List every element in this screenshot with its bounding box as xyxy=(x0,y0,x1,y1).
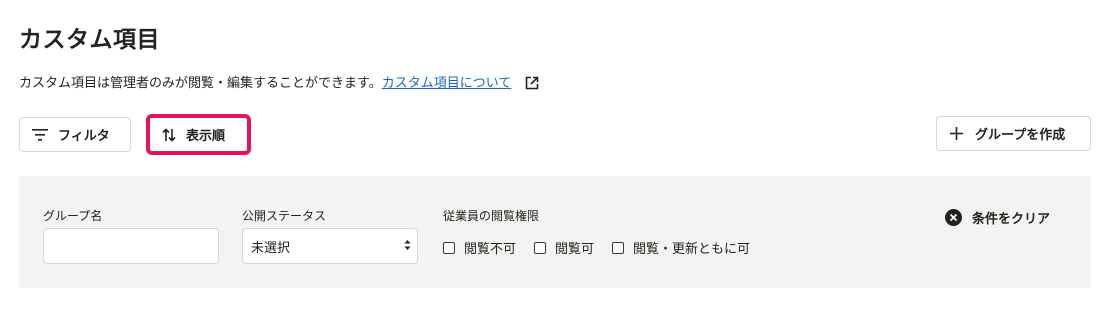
permission-option-label: 閲覧・更新ともに可 xyxy=(633,242,751,257)
checkbox[interactable] xyxy=(612,241,625,254)
page-description: カスタム項目は管理者のみが閲覧・編集することができます。カスタム項目について xyxy=(19,72,539,94)
external-link-icon[interactable] xyxy=(525,76,539,94)
permission-option-label: 閲覧可 xyxy=(555,242,595,257)
sort-icon xyxy=(162,127,176,142)
permission-option-view-edit[interactable]: 閲覧・更新ともに可 xyxy=(612,238,750,257)
create-group-button-label: グループを作成 xyxy=(975,128,1066,143)
status-select[interactable]: 未選択 xyxy=(242,228,418,264)
clear-filters-button[interactable]: 条件をクリア xyxy=(945,208,1050,227)
select-arrows-icon xyxy=(404,238,411,254)
permission-option-view[interactable]: 閲覧可 xyxy=(534,238,594,257)
custom-fields-page: カスタム項目 カスタム項目は管理者のみが閲覧・編集することができます。カスタム項… xyxy=(0,0,1113,312)
filter-button[interactable]: フィルタ xyxy=(19,117,131,152)
permission-option-label: 閲覧不可 xyxy=(464,242,517,257)
sort-order-button[interactable]: 表示順 xyxy=(146,114,251,155)
create-group-button[interactable]: グループを作成 xyxy=(936,116,1091,151)
sort-order-button-label: 表示順 xyxy=(186,129,226,144)
filter-button-label: フィルタ xyxy=(58,129,110,144)
permission-label: 従業員の閲覧権限 xyxy=(443,209,540,223)
clear-circle-icon xyxy=(945,209,962,226)
permission-checkbox-group: 閲覧不可 閲覧可 閲覧・更新ともに可 xyxy=(443,238,768,257)
group-name-input[interactable] xyxy=(43,228,219,264)
page-title: カスタム項目 xyxy=(19,27,160,53)
plus-icon xyxy=(950,127,963,140)
status-select-value: 未選択 xyxy=(251,240,291,256)
group-name-label: グループ名 xyxy=(43,209,103,223)
checkbox[interactable] xyxy=(534,241,547,254)
permission-option-no-view[interactable]: 閲覧不可 xyxy=(443,238,516,257)
filter-icon xyxy=(32,128,48,141)
clear-filters-label: 条件をクリア xyxy=(972,212,1051,227)
description-text: カスタム項目は管理者のみが閲覧・編集することができます。 xyxy=(19,76,382,91)
status-label: 公開ステータス xyxy=(242,209,327,223)
help-link[interactable]: カスタム項目について xyxy=(382,76,512,91)
checkbox[interactable] xyxy=(443,241,455,254)
filter-panel: グループ名 公開ステータス 未選択 従業員の閲覧権限 閲覧不可 閲覧可 閲覧・更… xyxy=(19,176,1091,288)
